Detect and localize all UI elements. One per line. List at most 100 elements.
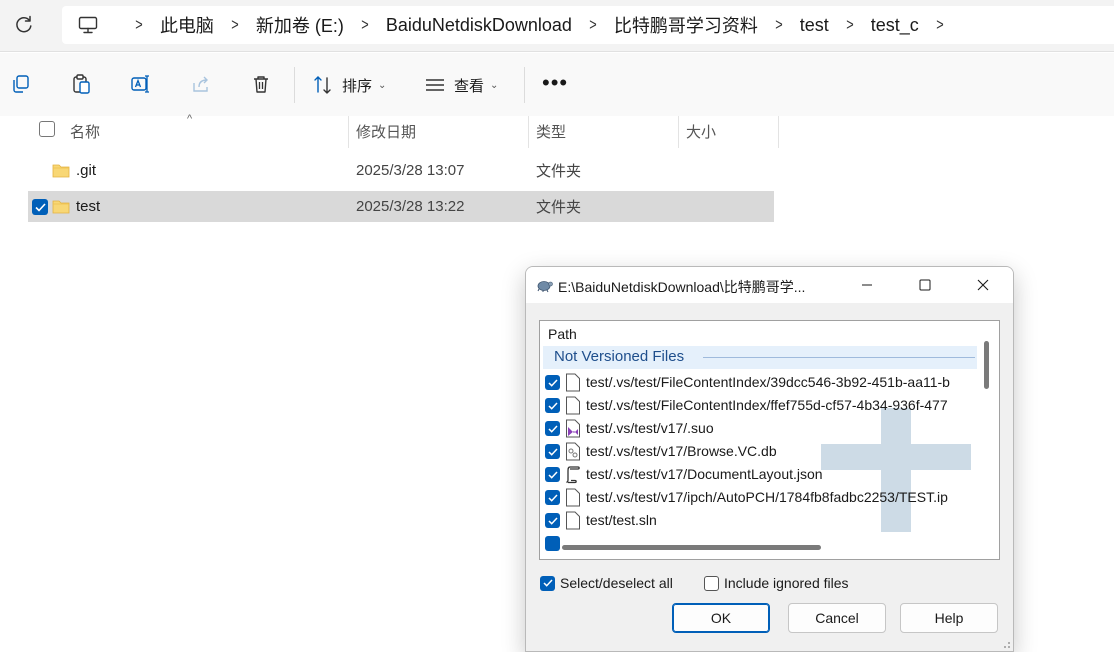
list-item[interactable]: test/test.sln — [544, 509, 976, 532]
select-all-files-checkbox[interactable] — [39, 121, 55, 137]
tortoisegit-icon — [537, 281, 553, 293]
more-options-button[interactable]: ••• — [542, 72, 568, 94]
list-item[interactable]: test/.vs/test/v17/.suo — [544, 417, 976, 440]
help-button[interactable]: Help — [900, 603, 998, 633]
item-path: test/.vs/test/v17/ipch/AutoPCH/1784fb8fa… — [586, 489, 948, 505]
breadcrumb-test[interactable]: test — [800, 15, 829, 36]
file-row-test[interactable]: test 2025/3/28 13:22 文件夹 — [28, 191, 774, 222]
group-label: Not Versioned Files — [554, 348, 685, 365]
chevron-down-icon: ⌄ — [490, 79, 499, 91]
item-checkbox[interactable] — [545, 490, 560, 505]
breadcrumb-this-pc[interactable]: 此电脑 — [160, 12, 214, 38]
list-item[interactable]: test/.vs/test/v17/DocumentLayout.json — [544, 463, 976, 486]
list-item[interactable]: test/.vs/test/FileContentIndex/ffef755d-… — [544, 394, 976, 417]
toolbar-divider — [524, 67, 525, 103]
chevron-right-icon[interactable]: > — [231, 15, 238, 35]
dialog-title-bar[interactable]: E:\BaiduNetdiskDownload\比特鹏哥学... — [526, 267, 1013, 303]
ok-button[interactable]: OK — [672, 603, 770, 633]
file-list-panel[interactable]: Path Not Versioned Files test/.vs/test/F… — [539, 320, 1000, 560]
item-checkbox[interactable] — [545, 513, 560, 528]
chevron-right-icon[interactable]: > — [775, 15, 782, 35]
column-divider[interactable] — [528, 116, 529, 148]
column-header-date[interactable]: 修改日期 — [356, 116, 416, 146]
list-item[interactable]: test/.vs/test/FileContentIndex/39dcc546-… — [544, 371, 976, 394]
visual-studio-file-icon — [566, 419, 580, 438]
rename-icon[interactable] — [128, 71, 154, 97]
column-header-size[interactable]: 大小 — [686, 116, 716, 146]
share-icon[interactable] — [188, 71, 214, 97]
item-checkbox[interactable] — [545, 398, 560, 413]
delete-icon[interactable] — [248, 71, 274, 97]
chevron-right-icon[interactable]: > — [361, 15, 368, 35]
checkmark-icon — [547, 424, 558, 433]
group-header[interactable]: Not Versioned Files — [543, 346, 977, 369]
column-header-type[interactable]: 类型 — [536, 116, 566, 146]
checkmark-icon — [547, 378, 558, 387]
path-column-header[interactable]: Path — [548, 326, 577, 342]
json-file-icon — [566, 466, 580, 484]
resize-grip-icon[interactable] — [1001, 639, 1011, 649]
file-date: 2025/3/28 13:22 — [356, 198, 465, 215]
toolbar-divider — [294, 67, 295, 103]
column-divider[interactable] — [778, 116, 779, 148]
item-checkbox[interactable] — [545, 467, 560, 482]
sort-icon — [314, 76, 331, 94]
blank-file-icon — [566, 511, 580, 530]
blank-file-icon — [566, 396, 580, 415]
file-name: .git — [76, 162, 97, 179]
refresh-icon[interactable] — [12, 12, 36, 36]
file-name: test — [76, 198, 101, 215]
column-divider[interactable] — [678, 116, 679, 148]
horizontal-scrollbar[interactable] — [562, 545, 821, 550]
item-path: test/.vs/test/v17/DocumentLayout.json — [586, 466, 823, 482]
checkmark-icon — [547, 447, 558, 456]
copy-icon[interactable] — [8, 71, 34, 97]
minimize-icon — [862, 284, 872, 286]
dialog-title: E:\BaiduNetdiskDownload\比特鹏哥学... — [558, 279, 806, 295]
item-path: test/test.sln — [586, 512, 657, 528]
checkmark-icon — [34, 202, 46, 212]
vertical-scrollbar[interactable] — [984, 341, 989, 389]
close-button[interactable] — [954, 267, 1012, 303]
maximize-button[interactable] — [896, 267, 954, 303]
chevron-right-icon[interactable]: > — [135, 15, 142, 35]
this-pc-icon[interactable] — [76, 13, 100, 37]
command-bar: 排序 ⌄ 查看 ⌄ ••• — [0, 53, 1114, 116]
select-all-checkbox[interactable] — [540, 575, 555, 591]
item-path: test/.vs/test/FileContentIndex/39dcc546-… — [586, 374, 950, 390]
chevron-down-icon: ⌄ — [378, 79, 387, 91]
paste-icon[interactable] — [68, 71, 94, 97]
chevron-right-icon[interactable]: > — [936, 15, 943, 35]
row-checkbox[interactable] — [32, 199, 48, 215]
file-row-git[interactable]: .git 2025/3/28 13:07 文件夹 — [28, 155, 774, 186]
sort-button[interactable]: 排序 ⌄ — [312, 72, 386, 98]
item-checkbox[interactable] — [545, 444, 560, 459]
item-checkbox[interactable] — [545, 375, 560, 390]
breadcrumb-test-c[interactable]: test_c — [871, 15, 919, 36]
select-all-label: Select/deselect all — [560, 575, 673, 591]
breadcrumb-drive-e[interactable]: 新加卷 (E:) — [256, 12, 344, 38]
chevron-right-icon[interactable]: > — [589, 15, 596, 35]
breadcrumb-study-materials[interactable]: 比特鹏哥学习资料 — [614, 12, 758, 38]
cancel-button[interactable]: Cancel — [788, 603, 886, 633]
view-button[interactable]: 查看 ⌄ — [424, 72, 498, 98]
address-bar-row: > 此电脑 > 新加卷 (E:) > BaiduNetdiskDownload … — [0, 0, 1114, 52]
include-ignored-option[interactable]: Include ignored files — [704, 574, 849, 592]
column-header-name[interactable]: 名称 — [70, 116, 100, 146]
list-item[interactable]: test/.vs/test/v17/Browse.VC.db — [544, 440, 976, 463]
list-item-partial[interactable] — [544, 532, 976, 555]
chevron-right-icon[interactable]: > — [846, 15, 853, 35]
item-checkbox[interactable] — [545, 536, 560, 551]
file-date: 2025/3/28 13:07 — [356, 162, 465, 179]
include-ignored-label: Include ignored files — [724, 575, 849, 591]
checkmark-icon — [547, 401, 558, 410]
column-divider[interactable] — [348, 116, 349, 148]
select-all-option[interactable]: Select/deselect all — [540, 574, 673, 592]
minimize-button[interactable] — [838, 267, 896, 303]
item-path: test/.vs/test/v17/.suo — [586, 420, 714, 436]
include-ignored-checkbox[interactable] — [704, 575, 719, 591]
item-checkbox[interactable] — [545, 421, 560, 436]
breadcrumb[interactable]: > 此电脑 > 新加卷 (E:) > BaiduNetdiskDownload … — [62, 6, 1114, 44]
list-item[interactable]: test/.vs/test/v17/ipch/AutoPCH/1784fb8fa… — [544, 486, 976, 509]
breadcrumb-baidunetdiskdownload[interactable]: BaiduNetdiskDownload — [386, 15, 572, 36]
